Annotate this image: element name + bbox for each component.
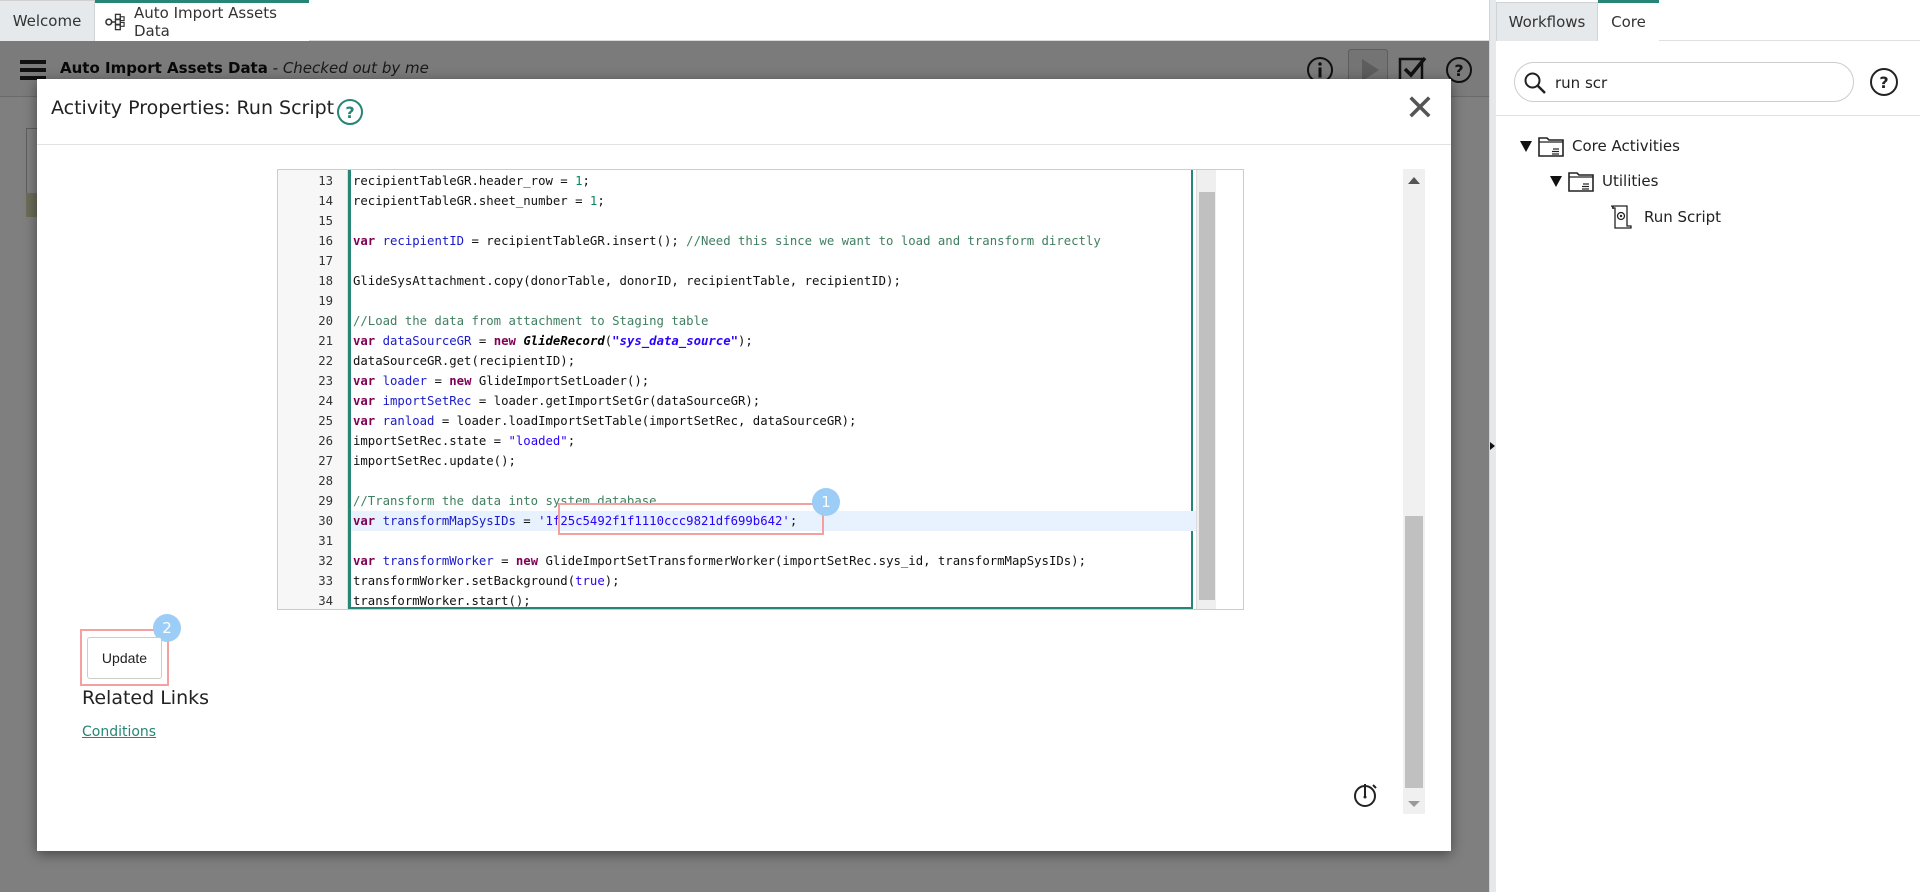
code-line[interactable]: importSetRec.state = "loaded"; bbox=[351, 431, 575, 451]
annotation-badge-1: 1 bbox=[812, 488, 840, 516]
tree-item-label: Core Activities bbox=[1572, 137, 1680, 155]
code-line[interactable]: //Load the data from attachment to Stagi… bbox=[351, 311, 708, 331]
code-line[interactable]: dataSourceGR.get(recipientID); bbox=[351, 351, 575, 371]
activity-properties-modal: Activity Properties: Run Script ? ✕ 13 14… bbox=[37, 79, 1451, 851]
code-line[interactable] bbox=[351, 471, 353, 491]
line-number-gutter: 13 14 15 16 17 18 19 20 21 22 23 24 25 26 27 28 29 30 31 32… bbox=[278, 170, 348, 609]
line-number: 33 bbox=[318, 574, 333, 588]
divider bbox=[1496, 115, 1920, 116]
tab-core[interactable]: Core bbox=[1598, 0, 1659, 41]
close-icon[interactable]: ✕ bbox=[1402, 91, 1438, 127]
caret-down-icon[interactable] bbox=[1520, 140, 1532, 152]
script-icon bbox=[1610, 205, 1632, 229]
code-line[interactable] bbox=[351, 251, 353, 271]
code-line[interactable]: importSetRec.update(); bbox=[351, 451, 516, 471]
script-editor[interactable]: 13 14 15 16 17 18 19 20 21 22 23 24 25 26 27 28 29 30 31 32… bbox=[277, 169, 1244, 610]
line-number: 29 bbox=[318, 494, 333, 508]
document-tab-bar: Welcome Auto Import Assets Data bbox=[0, 0, 1489, 41]
code-line[interactable]: transformWorker.setBackground(true); bbox=[351, 571, 620, 591]
folder-icon bbox=[1568, 172, 1594, 192]
scroll-up-arrow-icon[interactable] bbox=[1408, 177, 1420, 184]
code-line[interactable] bbox=[351, 291, 353, 311]
line-number: 24 bbox=[318, 394, 333, 408]
modal-scrollbar[interactable] bbox=[1403, 169, 1425, 814]
line-number: 17 bbox=[318, 254, 333, 268]
line-number: 32 bbox=[318, 554, 333, 568]
line-number: 28 bbox=[318, 474, 333, 488]
update-button[interactable]: Update bbox=[87, 637, 162, 679]
tab-welcome-label: Welcome bbox=[12, 12, 82, 30]
tree-item-core-activities[interactable]: Core Activities bbox=[1520, 133, 1680, 159]
conditions-link[interactable]: Conditions bbox=[82, 724, 156, 740]
code-line[interactable]: GlideSysAttachment.copy(donorTable, dono… bbox=[351, 271, 901, 291]
line-number: 21 bbox=[318, 334, 333, 348]
search-icon bbox=[1524, 72, 1546, 94]
line-number: 16 bbox=[318, 234, 333, 248]
tree-item-run-script[interactable]: Run Script bbox=[1609, 204, 1721, 230]
code-line[interactable] bbox=[351, 211, 353, 231]
modal-scrollbar-thumb[interactable] bbox=[1405, 516, 1423, 788]
line-number: 26 bbox=[318, 434, 333, 448]
code-line[interactable]: transformWorker.start(); bbox=[351, 591, 531, 609]
line-number: 18 bbox=[318, 274, 333, 288]
line-number: 22 bbox=[318, 354, 333, 368]
related-links-heading: Related Links bbox=[82, 687, 210, 709]
tab-workflows[interactable]: Workflows bbox=[1496, 2, 1598, 41]
line-number: 23 bbox=[318, 374, 333, 388]
scroll-down-arrow-icon[interactable] bbox=[1408, 801, 1420, 807]
tab-auto-import-assets-data[interactable]: Auto Import Assets Data bbox=[95, 0, 309, 41]
code-area[interactable]: recipientTableGR.header_row = 1; recipien… bbox=[348, 170, 1196, 609]
modal-title: Activity Properties: Run Script bbox=[51, 97, 335, 119]
code-line[interactable]: var dataSourceGR = new GlideRecord("sys_… bbox=[351, 331, 753, 351]
line-number: 19 bbox=[318, 294, 333, 308]
line-number: 34 bbox=[318, 594, 333, 608]
collapse-arrow-icon[interactable] bbox=[1490, 442, 1495, 450]
editor-scrollbar[interactable] bbox=[1196, 170, 1216, 609]
code-line[interactable]: var importSetRec = loader.getImportSetGr… bbox=[351, 391, 760, 411]
help-icon[interactable]: ? bbox=[337, 99, 363, 125]
code-line[interactable]: recipientTableGR.sheet_number = 1; bbox=[351, 191, 605, 211]
folder-icon bbox=[1538, 137, 1564, 157]
code-line[interactable]: var recipientID = recipientTableGR.inser… bbox=[351, 231, 1101, 251]
workflow-icon bbox=[105, 13, 125, 31]
line-number: 15 bbox=[318, 214, 333, 228]
code-line[interactable]: var loader = new GlideImportSetLoader(); bbox=[351, 371, 649, 391]
editor-scrollbar-thumb[interactable] bbox=[1199, 192, 1215, 600]
palette-pane: Workflows Core ? Core Activities Ut bbox=[1496, 0, 1920, 892]
annotation-box-sys-id bbox=[558, 503, 824, 535]
line-number: 25 bbox=[318, 414, 333, 428]
code-line[interactable] bbox=[351, 531, 353, 551]
tab-workflow-label: Auto Import Assets Data bbox=[133, 4, 277, 40]
line-number: 14 bbox=[318, 194, 333, 208]
tab-welcome[interactable]: Welcome bbox=[0, 0, 95, 41]
caret-down-icon[interactable] bbox=[1550, 175, 1562, 187]
line-number: 13 bbox=[318, 174, 333, 188]
palette-tab-bar: Workflows Core bbox=[1496, 0, 1920, 41]
line-number: 31 bbox=[318, 534, 333, 548]
stopwatch-icon[interactable] bbox=[1351, 779, 1381, 809]
activity-search[interactable] bbox=[1514, 62, 1854, 102]
workflow-editor-pane: Welcome Auto Import Assets Data Auto Imp… bbox=[0, 0, 1489, 892]
code-line[interactable]: var transformWorker = new GlideImportSet… bbox=[351, 551, 1086, 571]
line-number: 20 bbox=[318, 314, 333, 328]
search-help-icon[interactable]: ? bbox=[1870, 68, 1898, 96]
tree-item-label: Utilities bbox=[1602, 172, 1659, 190]
line-number: 27 bbox=[318, 454, 333, 468]
code-line[interactable]: var ranload = loader.loadImportSetTable(… bbox=[351, 411, 856, 431]
search-input[interactable] bbox=[1555, 71, 1835, 95]
modal-header: Activity Properties: Run Script ? ✕ bbox=[37, 79, 1451, 145]
line-number: 30 bbox=[318, 514, 333, 528]
tree-item-label: Run Script bbox=[1644, 208, 1722, 226]
code-line[interactable]: recipientTableGR.header_row = 1; bbox=[351, 171, 590, 191]
tree-item-utilities[interactable]: Utilities bbox=[1550, 168, 1658, 194]
